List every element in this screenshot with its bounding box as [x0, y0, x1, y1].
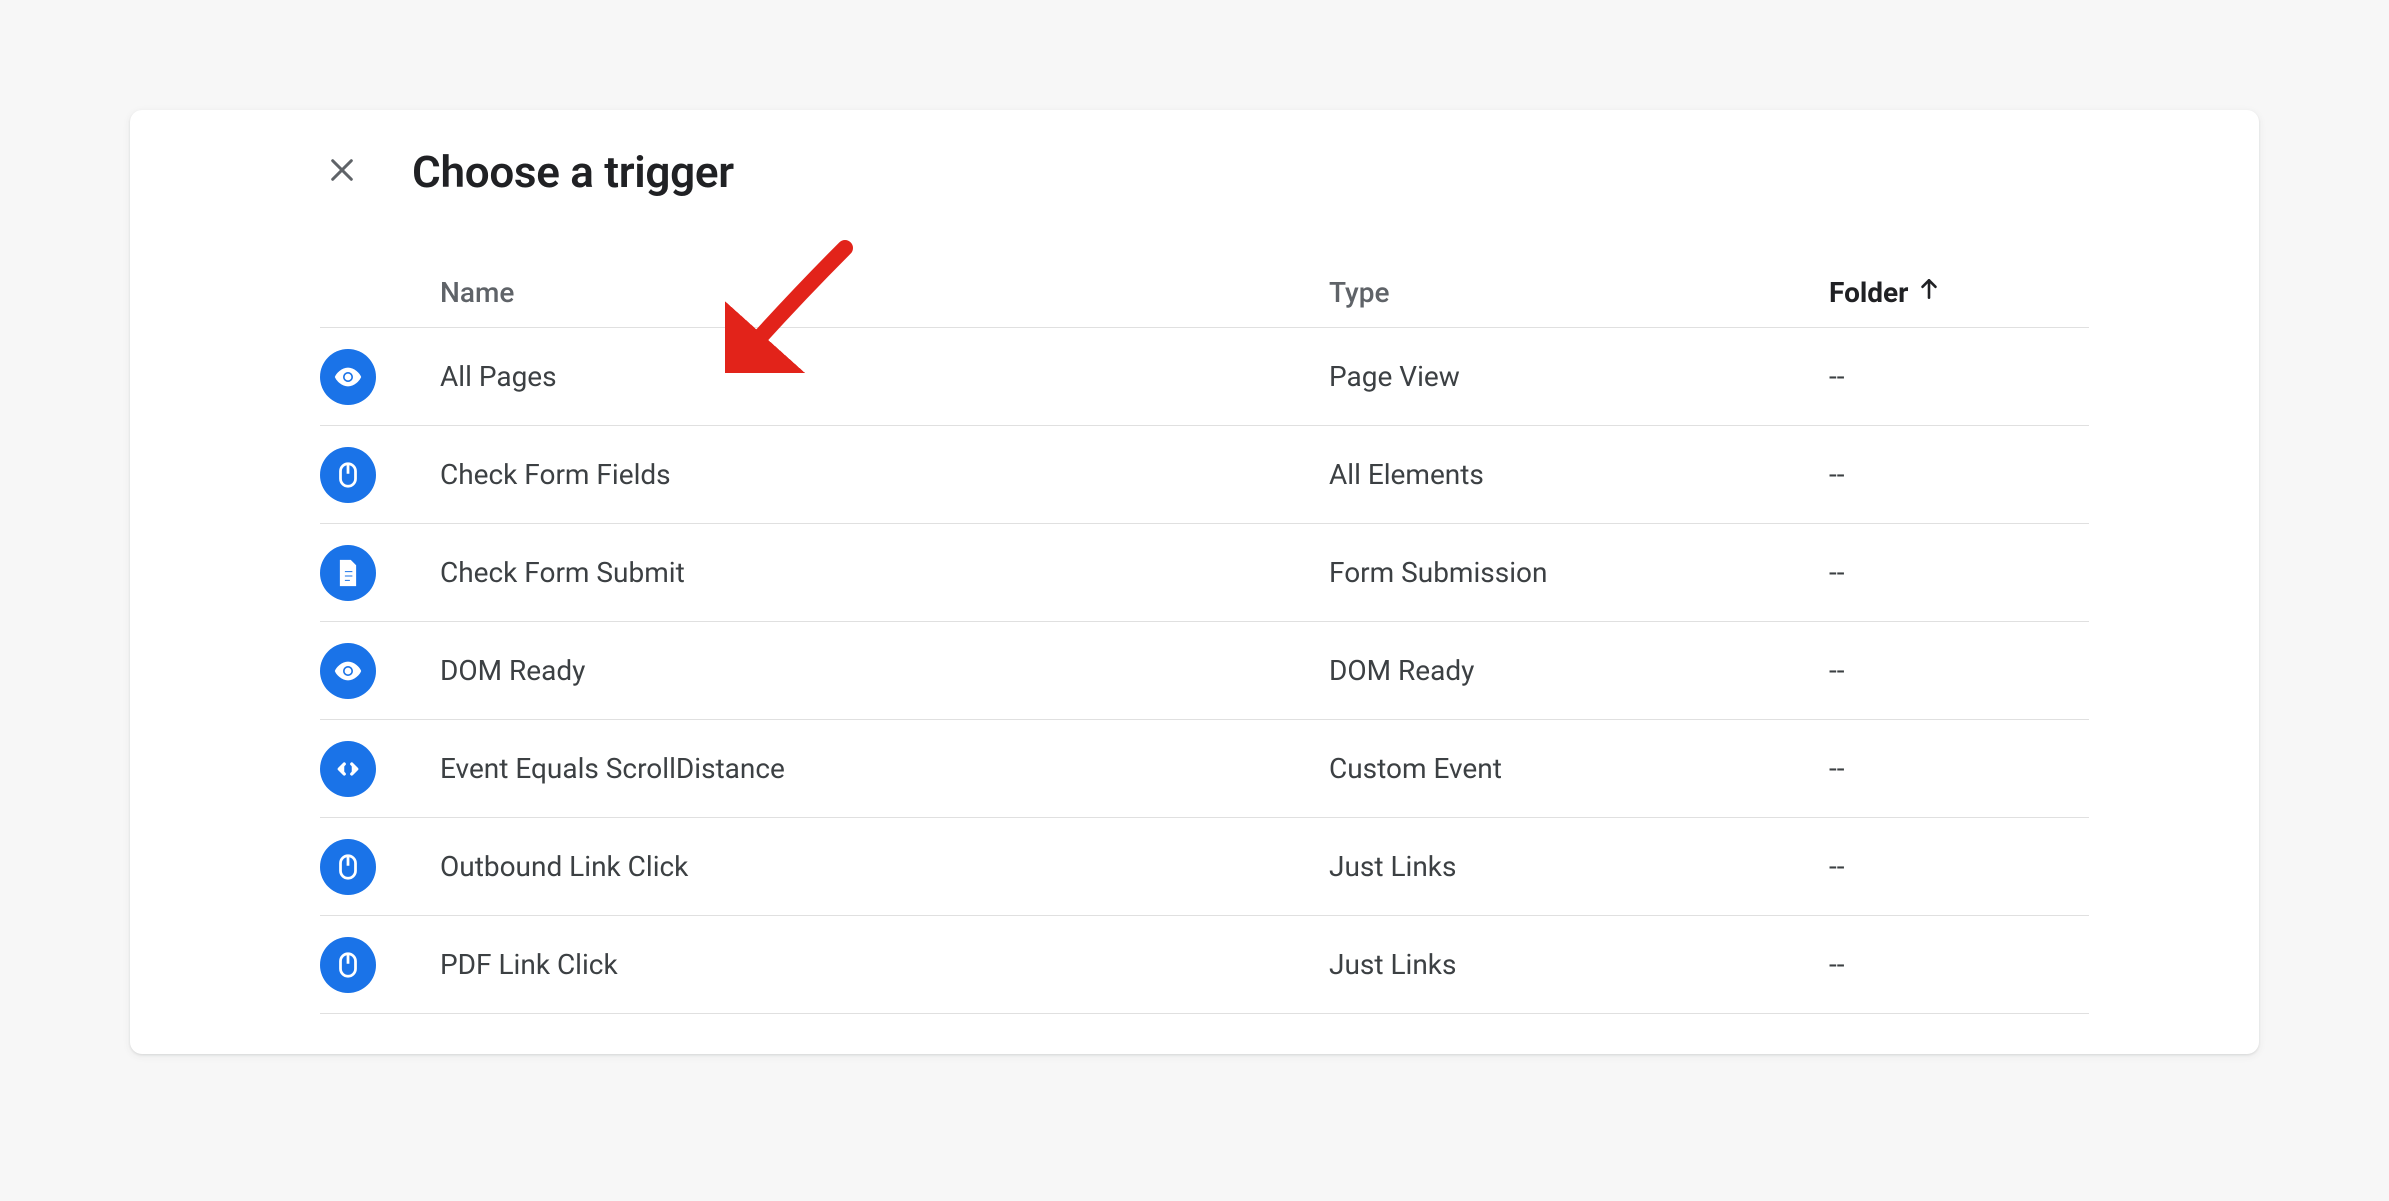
- trigger-folder: --: [1829, 948, 2089, 981]
- trigger-name: DOM Ready: [440, 654, 1329, 687]
- trigger-icon-cell: [320, 349, 440, 405]
- trigger-type: DOM Ready: [1329, 654, 1829, 687]
- mouse-icon: [320, 839, 376, 895]
- table-row[interactable]: All PagesPage View--: [320, 328, 2089, 426]
- table-row[interactable]: Check Form FieldsAll Elements--: [320, 426, 2089, 524]
- table-header: Name Type Folder: [320, 258, 2089, 328]
- arrow-up-icon: [1916, 276, 1942, 309]
- trigger-name: Outbound Link Click: [440, 850, 1329, 883]
- trigger-icon-cell: [320, 937, 440, 993]
- trigger-name: Check Form Fields: [440, 458, 1329, 491]
- table-row[interactable]: Event Equals ScrollDistanceCustom Event-…: [320, 720, 2089, 818]
- trigger-type: Just Links: [1329, 948, 1829, 981]
- column-header-name[interactable]: Name: [440, 276, 1329, 309]
- table-row[interactable]: PDF Link ClickJust Links--: [320, 916, 2089, 1014]
- trigger-folder: --: [1829, 360, 2089, 393]
- code-icon: [320, 741, 376, 797]
- trigger-type: Form Submission: [1329, 556, 1829, 589]
- trigger-icon-cell: [320, 741, 440, 797]
- eye-icon: [320, 349, 376, 405]
- trigger-folder: --: [1829, 556, 2089, 589]
- panel-title: Choose a trigger: [412, 146, 734, 198]
- trigger-name: All Pages: [440, 360, 1329, 393]
- trigger-type: Just Links: [1329, 850, 1829, 883]
- table-row[interactable]: Check Form SubmitForm Submission--: [320, 524, 2089, 622]
- eye-icon: [320, 643, 376, 699]
- trigger-type: Page View: [1329, 360, 1829, 393]
- trigger-folder: --: [1829, 752, 2089, 785]
- doc-icon: [320, 545, 376, 601]
- trigger-folder: --: [1829, 850, 2089, 883]
- trigger-icon-cell: [320, 643, 440, 699]
- table-row[interactable]: DOM ReadyDOM Ready--: [320, 622, 2089, 720]
- trigger-table: Name Type Folder All PagesPage View--Che…: [170, 258, 2219, 1014]
- trigger-icon-cell: [320, 545, 440, 601]
- close-icon: [326, 154, 358, 190]
- trigger-name: PDF Link Click: [440, 948, 1329, 981]
- column-header-type[interactable]: Type: [1329, 276, 1829, 309]
- trigger-type: All Elements: [1329, 458, 1829, 491]
- trigger-name: Check Form Submit: [440, 556, 1329, 589]
- trigger-icon-cell: [320, 447, 440, 503]
- trigger-folder: --: [1829, 458, 2089, 491]
- trigger-name: Event Equals ScrollDistance: [440, 752, 1329, 785]
- choose-trigger-panel: Choose a trigger Name Type Folder All Pa…: [130, 110, 2259, 1054]
- mouse-icon: [320, 937, 376, 993]
- close-button[interactable]: [320, 150, 364, 194]
- trigger-type: Custom Event: [1329, 752, 1829, 785]
- mouse-icon: [320, 447, 376, 503]
- column-header-folder-label: Folder: [1829, 276, 1908, 309]
- trigger-icon-cell: [320, 839, 440, 895]
- trigger-folder: --: [1829, 654, 2089, 687]
- column-header-folder[interactable]: Folder: [1829, 276, 2089, 309]
- table-row[interactable]: Outbound Link ClickJust Links--: [320, 818, 2089, 916]
